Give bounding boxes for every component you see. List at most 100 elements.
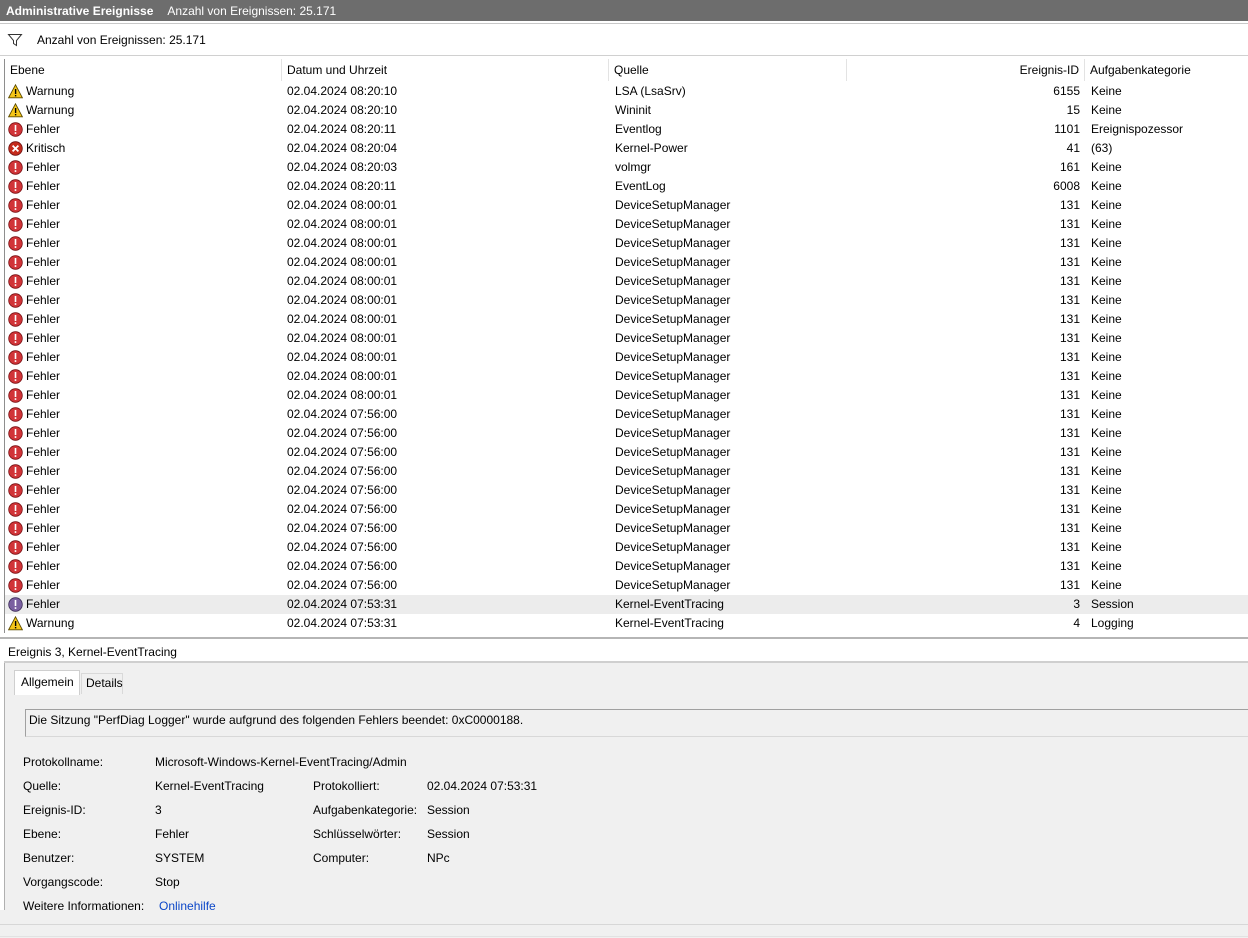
divider [0, 924, 1248, 925]
cell-source: DeviceSetupManager [615, 559, 731, 573]
cell-level: Fehler [26, 122, 61, 136]
table-row[interactable]: Fehler 02.04.2024 07:56:00 DeviceSetupMana… [5, 538, 1248, 557]
cell-category: Keine [1091, 540, 1122, 554]
cell-event-id: 131 [1059, 445, 1080, 459]
table-row[interactable]: Fehler 02.04.2024 08:00:01 DeviceSetupMana… [5, 253, 1248, 272]
table-row[interactable]: Fehler 02.04.2024 08:00:01 DeviceSetupMana… [5, 367, 1248, 386]
cell-source: DeviceSetupManager [615, 578, 731, 592]
cell-level: Fehler [26, 540, 61, 554]
cell-level: Fehler [26, 407, 61, 421]
cell-date: 02.04.2024 08:20:10 [287, 103, 398, 117]
table-row[interactable]: Fehler 02.04.2024 07:56:00 DeviceSetupMana… [5, 519, 1248, 538]
error-icon [8, 293, 23, 308]
column-header-level[interactable]: Ebene [5, 59, 282, 81]
error-icon [8, 255, 23, 270]
table-row[interactable]: Fehler 02.04.2024 08:00:01 DeviceSetupMana… [5, 310, 1248, 329]
table-row[interactable]: Fehler 02.04.2024 08:00:01 DeviceSetupMana… [5, 272, 1248, 291]
cell-category: Keine [1091, 274, 1122, 288]
table-row[interactable]: Fehler 02.04.2024 08:00:01 DeviceSetupMana… [5, 386, 1248, 405]
table-row[interactable]: Warnung 02.04.2024 08:20:10 LSA (LsaSrv) 61… [5, 82, 1248, 101]
table-row[interactable]: Fehler 02.04.2024 08:00:01 DeviceSetupMana… [5, 329, 1248, 348]
column-header-source[interactable]: Quelle [609, 59, 847, 81]
cell-date: 02.04.2024 08:00:01 [287, 331, 398, 345]
cell-date: 02.04.2024 08:00:01 [287, 255, 398, 269]
table-row[interactable]: Fehler 02.04.2024 08:20:03 volmgr 161 Keine [5, 158, 1248, 177]
cell-date: 02.04.2024 07:56:00 [287, 578, 398, 592]
cell-source: DeviceSetupManager [615, 521, 731, 535]
cell-date: 02.04.2024 07:56:00 [287, 445, 398, 459]
cell-event-id: 131 [1059, 426, 1080, 440]
table-row[interactable]: Fehler 02.04.2024 08:00:01 DeviceSetupMana… [5, 348, 1248, 367]
table-row[interactable]: Fehler 02.04.2024 07:56:00 DeviceSetupMana… [5, 462, 1248, 481]
cell-category: Keine [1091, 331, 1122, 345]
value-logged: 02.04.2024 07:53:31 [427, 779, 538, 793]
table-row[interactable]: Fehler 02.04.2024 07:56:00 DeviceSetupMana… [5, 500, 1248, 519]
divider [0, 936, 1248, 937]
cell-category: Keine [1091, 407, 1122, 421]
cell-source: DeviceSetupManager [615, 293, 731, 307]
table-row[interactable]: Fehler 02.04.2024 08:00:01 DeviceSetupMana… [5, 234, 1248, 253]
table-row[interactable]: Fehler 02.04.2024 07:56:00 DeviceSetupMana… [5, 481, 1248, 500]
cell-category: Logging [1091, 616, 1134, 630]
cell-category: Keine [1091, 160, 1122, 174]
error-icon [8, 388, 23, 403]
tab-general[interactable]: Allgemein [14, 670, 80, 695]
cell-date: 02.04.2024 07:53:31 [287, 616, 398, 630]
cell-date: 02.04.2024 08:00:01 [287, 217, 398, 231]
cell-level: Fehler [26, 274, 61, 288]
error-icon [8, 502, 23, 517]
table-row[interactable]: Fehler 02.04.2024 08:00:01 DeviceSetupMana… [5, 215, 1248, 234]
table-row[interactable]: Fehler 02.04.2024 07:56:00 DeviceSetupMana… [5, 424, 1248, 443]
warning-icon [7, 615, 24, 631]
divider [0, 23, 1248, 24]
cell-event-id: 6008 [1053, 179, 1080, 193]
event-message-box[interactable]: Die Sitzung "PerfDiag Logger" wurde aufg… [25, 709, 1248, 737]
table-row[interactable]: Fehler 02.04.2024 08:20:11 Eventlog 1101 Ere… [5, 120, 1248, 139]
cell-event-id: 131 [1059, 559, 1080, 573]
table-row[interactable]: Fehler 02.04.2024 08:20:11 EventLog 6008 Kei… [5, 177, 1248, 196]
value-event-id: 3 [155, 803, 162, 817]
cell-level: Fehler [26, 217, 61, 231]
cell-event-id: 15 [1066, 103, 1080, 117]
cell-event-id: 131 [1059, 483, 1080, 497]
cell-source: DeviceSetupManager [615, 426, 731, 440]
cell-category: Keine [1091, 426, 1122, 440]
table-row[interactable]: Kritisch 02.04.2024 08:20:04 Kernel-Power 4… [5, 139, 1248, 158]
table-row[interactable]: Fehler 02.04.2024 07:56:00 DeviceSetupMana… [5, 557, 1248, 576]
cell-source: DeviceSetupManager [615, 369, 731, 383]
cell-level: Fehler [26, 483, 61, 497]
cell-category: Keine [1091, 483, 1122, 497]
cell-date: 02.04.2024 08:00:01 [287, 274, 398, 288]
column-header-event-id[interactable]: Ereignis-ID [847, 59, 1085, 81]
cell-level: Fehler [26, 312, 61, 326]
cell-level: Fehler [26, 578, 61, 592]
cell-event-id: 131 [1059, 312, 1080, 326]
cell-source: Eventlog [615, 122, 662, 136]
cell-date: 02.04.2024 08:20:10 [287, 84, 398, 98]
cell-category: Keine [1091, 578, 1122, 592]
cell-category: Keine [1091, 84, 1122, 98]
column-header-category[interactable]: Aufgabenkategorie [1085, 59, 1248, 81]
table-row[interactable]: Fehler 02.04.2024 07:56:00 DeviceSetupMana… [5, 443, 1248, 462]
label-task-category: Aufgabenkategorie: [313, 803, 418, 817]
cell-level: Fehler [26, 160, 61, 174]
table-row[interactable]: Fehler 02.04.2024 07:53:31 Kernel-EventTra… [5, 595, 1248, 614]
filter-icon[interactable] [7, 32, 23, 48]
table-row[interactable]: Warnung 02.04.2024 07:53:31 Kernel-EventTr… [5, 614, 1248, 633]
error-icon [8, 483, 23, 498]
value-task-category: Session [427, 803, 470, 817]
cell-date: 02.04.2024 07:56:00 [287, 502, 398, 516]
cell-date: 02.04.2024 07:56:00 [287, 464, 398, 478]
tab-details[interactable]: Details [81, 673, 123, 694]
table-row[interactable]: Fehler 02.04.2024 07:56:00 DeviceSetupMana… [5, 405, 1248, 424]
cell-level: Warnung [26, 616, 75, 630]
label-log-name: Protokollname: [23, 755, 104, 769]
filter-count-text: Anzahl von Ereignissen: 25.171 [37, 33, 206, 47]
table-row[interactable]: Fehler 02.04.2024 07:56:00 DeviceSetupMana… [5, 576, 1248, 595]
table-row[interactable]: Warnung 02.04.2024 08:20:10 Wininit 15 Keine [5, 101, 1248, 120]
table-row[interactable]: Fehler 02.04.2024 08:00:01 DeviceSetupMana… [5, 291, 1248, 310]
table-row[interactable]: Fehler 02.04.2024 08:00:01 DeviceSetupMana… [5, 196, 1248, 215]
cell-event-id: 131 [1059, 464, 1080, 478]
column-header-date[interactable]: Datum und Uhrzeit [282, 59, 609, 81]
cell-date: 02.04.2024 08:00:01 [287, 388, 398, 402]
